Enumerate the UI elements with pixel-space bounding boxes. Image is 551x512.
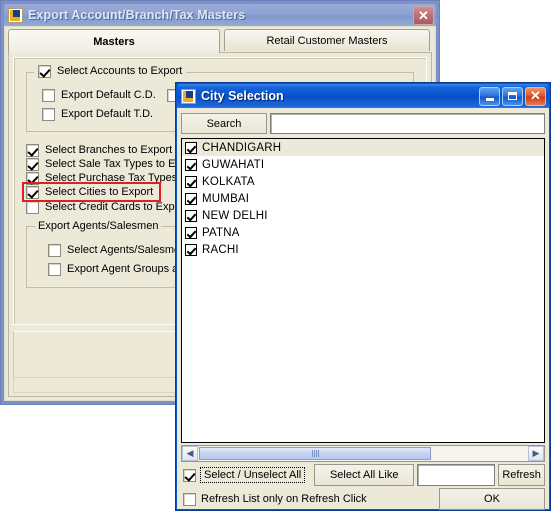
close-icon[interactable]: ✕ — [413, 5, 434, 25]
application-icon — [181, 88, 196, 104]
scroll-left-arrow-icon[interactable]: ◀ — [182, 446, 198, 461]
select-all-like-label: Select All Like — [329, 469, 399, 481]
select-unselect-all-label[interactable]: Select / Unselect All — [199, 467, 306, 483]
list-item-checkbox[interactable] — [185, 192, 197, 205]
list-item[interactable]: KOLKATA — [182, 173, 544, 190]
checkbox-box[interactable] — [48, 263, 61, 276]
checkbox-label: Select Cities to Export — [45, 186, 154, 198]
city-selection-window: City Selection ✕ Search CHANDIGARH GUWAH… — [175, 82, 551, 511]
search-input[interactable] — [270, 113, 545, 134]
checkbox-box[interactable] — [42, 108, 55, 121]
footer-row-primary: Select / Unselect All Select All Like Re… — [181, 464, 545, 486]
list-item[interactable]: NEW DELHI — [182, 207, 544, 224]
checkbox-box[interactable] — [26, 144, 39, 157]
list-item-label: MUMBAI — [202, 192, 250, 205]
select-all-like-button[interactable]: Select All Like — [314, 464, 415, 486]
city-window-client: Search CHANDIGARH GUWAHATI KOLKATA MUMBA… — [177, 108, 549, 512]
horizontal-scrollbar[interactable]: ◀ ▶ — [181, 445, 545, 462]
close-icon[interactable]: ✕ — [525, 86, 546, 106]
main-window-titlebar[interactable]: Export Account/Branch/Tax Masters ✕ — [4, 4, 436, 26]
scrollbar-thumb[interactable] — [199, 447, 431, 460]
list-item[interactable]: PATNA — [182, 224, 544, 241]
window-controls: ✕ — [479, 86, 547, 106]
footer-row-secondary: Refresh List only on Refresh Click OK — [181, 488, 545, 510]
checkbox-select-sale-tax-types-to-export[interactable]: Select Sale Tax Types to Expo — [26, 158, 193, 171]
ok-button[interactable]: OK — [439, 488, 545, 510]
list-item[interactable]: CHANDIGARH — [182, 139, 544, 156]
list-item-checkbox[interactable] — [185, 209, 197, 222]
list-item-label: CHANDIGARH — [202, 141, 282, 154]
checkbox-select-unselect-all[interactable] — [183, 468, 196, 482]
city-window-title: City Selection — [201, 89, 284, 103]
ok-button-label: OK — [484, 493, 500, 505]
checkbox-label: Select Purchase Tax Types to — [45, 172, 190, 184]
select-all-like-input[interactable] — [417, 464, 496, 486]
checkbox-box[interactable] — [26, 172, 39, 185]
minimize-glyph — [485, 97, 494, 101]
city-window-footer: Select / Unselect All Select All Like Re… — [181, 464, 545, 512]
checkbox-export-default-cd[interactable]: Export Default C.D. — [42, 89, 156, 102]
list-item-checkbox[interactable] — [185, 175, 197, 188]
city-listbox[interactable]: CHANDIGARH GUWAHATI KOLKATA MUMBAI NEW D… — [181, 138, 545, 443]
list-item-label: NEW DELHI — [202, 209, 268, 222]
checkbox-label: Select Branches to Export — [45, 144, 173, 156]
checkbox-box[interactable] — [26, 186, 39, 199]
checkbox-select-branches-to-export[interactable]: Select Branches to Export — [26, 144, 172, 157]
checkbox-label: Select Sale Tax Types to Expo — [45, 158, 194, 170]
list-item-checkbox[interactable] — [185, 226, 197, 239]
refresh-button-label: Refresh — [502, 469, 541, 481]
list-item[interactable]: GUWAHATI — [182, 156, 544, 173]
scroll-right-arrow-icon[interactable]: ▶ — [528, 446, 544, 461]
checkbox-label: Export Agent Groups also — [67, 263, 193, 275]
close-glyph: ✕ — [530, 88, 541, 103]
scrollbar-grip-icon — [311, 450, 319, 457]
tab-retail-label: Retail Customer Masters — [266, 34, 388, 47]
main-window-title: Export Account/Branch/Tax Masters — [28, 8, 246, 22]
checkbox-export-agent-groups-also[interactable]: Export Agent Groups also — [48, 263, 192, 276]
checkbox-box[interactable] — [26, 158, 39, 171]
search-button[interactable]: Search — [181, 113, 267, 134]
checkbox-select-credit-cards-to-export[interactable]: Select Credit Cards to Export — [26, 201, 187, 214]
tab-retail-customer-masters[interactable]: Retail Customer Masters — [224, 29, 430, 51]
refresh-on-click-label: Refresh List only on Refresh Click — [201, 493, 367, 505]
search-row: Search — [181, 113, 545, 134]
checkbox-select-cities-to-export[interactable]: Select Cities to Export — [26, 186, 153, 199]
scrollbar-track[interactable] — [432, 446, 528, 461]
list-item[interactable]: RACHI — [182, 241, 544, 258]
tabstrip: Masters Retail Customer Masters — [8, 29, 432, 53]
checkbox-box[interactable] — [48, 244, 61, 257]
list-item-label: GUWAHATI — [202, 158, 265, 171]
tab-masters-label: Masters — [93, 35, 135, 48]
export-agents-groupbox-legend: Export Agents/Salesmen — [35, 220, 162, 232]
checkbox-box[interactable] — [42, 89, 55, 102]
checkbox-select-accounts-to-export[interactable]: Select Accounts to Export — [34, 65, 187, 78]
checkbox-box[interactable] — [38, 65, 51, 78]
refresh-button[interactable]: Refresh — [498, 464, 545, 486]
checkbox-label: Select Agents/Salesmen — [67, 244, 187, 256]
list-item[interactable]: MUMBAI — [182, 190, 544, 207]
list-item-checkbox[interactable] — [185, 243, 197, 256]
application-icon — [8, 7, 23, 23]
checkbox-select-agents-salesmen[interactable]: Select Agents/Salesmen — [48, 244, 186, 257]
checkbox-export-default-td[interactable]: Export Default T.D. — [42, 108, 153, 121]
checkbox-refresh-list-only-on-refresh-click[interactable] — [183, 492, 196, 506]
tab-masters[interactable]: Masters — [8, 29, 220, 53]
search-button-label: Search — [206, 117, 242, 130]
minimize-icon[interactable] — [479, 86, 500, 106]
checkbox-label: Select Credit Cards to Export — [45, 201, 188, 213]
city-window-titlebar[interactable]: City Selection ✕ — [177, 84, 549, 108]
checkbox-box[interactable] — [26, 201, 39, 214]
maximize-glyph — [508, 92, 517, 100]
list-item-label: PATNA — [202, 226, 240, 239]
list-item-label: RACHI — [202, 243, 239, 256]
checkbox-select-purchase-tax-types-to-export[interactable]: Select Purchase Tax Types to — [26, 172, 190, 185]
maximize-icon[interactable] — [502, 86, 523, 106]
list-item-checkbox[interactable] — [185, 141, 197, 154]
checkbox-label: Export Default C.D. — [61, 89, 156, 101]
list-item-label: KOLKATA — [202, 175, 255, 188]
checkbox-label: Export Default T.D. — [61, 108, 154, 120]
checkbox-label: Select Accounts to Export — [57, 65, 183, 77]
list-item-checkbox[interactable] — [185, 158, 197, 171]
